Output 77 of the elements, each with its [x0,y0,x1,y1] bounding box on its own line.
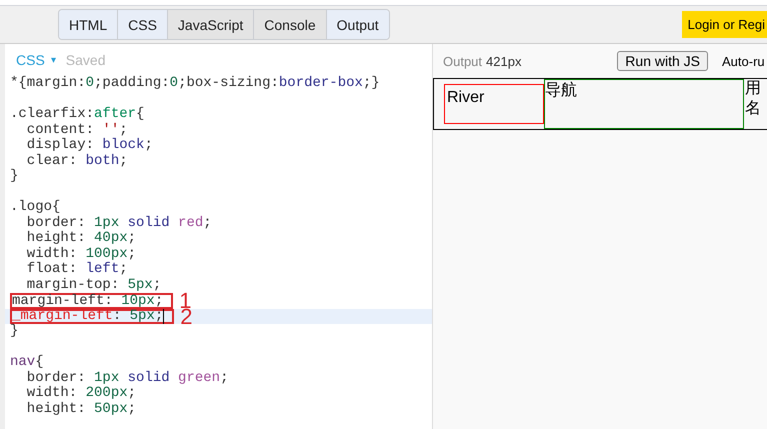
code-token: margin-top: [26,278,120,293]
code-token: clear: [26,154,78,169]
saved-status: Saved [66,52,106,68]
panel-tab[interactable]: JavaScript [168,10,254,39]
code-token: } [10,169,18,184]
code-token: ; [128,402,136,417]
code-token: ; [144,138,153,154]
code-token: both [86,154,120,169]
code-token: nav [10,355,36,370]
code-token: 10px [121,294,155,307]
code-token: solid [127,216,170,231]
panel-tab[interactable]: CSS [118,10,168,39]
code-token: 5px [128,278,153,293]
annotation-number: 2 [180,308,193,324]
code-token: 200px [86,386,128,402]
code-token: after [94,107,136,122]
code-token: height: [26,402,87,417]
code-token: 40px [94,231,128,246]
code-token: _margin-left [12,310,113,322]
code-token: 5px [130,310,155,322]
user-text: 用 [745,79,761,99]
panel-tab[interactable]: Output [326,10,389,39]
code-token: ; [220,370,228,386]
code-token: ; [119,154,128,169]
user-text: 名 [745,99,761,119]
code-token: display: [26,138,96,154]
code-token: content: [26,122,96,138]
code-token: 100px [86,246,128,262]
code-token: ; [128,246,136,262]
code-token: 50px [94,402,128,417]
code-token: border: [26,216,87,230]
output-label: Output [443,54,482,68]
panel-tab[interactable]: HTML [59,10,118,39]
annotation-number: 1 [179,293,192,308]
code-token: { [35,355,44,370]
code-token: block [102,138,144,154]
code-token: float: [26,262,78,278]
code-token: margin-left: [12,294,114,307]
code-token: .logo{ [10,200,60,216]
code-token: ; [128,386,136,402]
code-token: 0 [86,76,94,92]
code-token: ; [119,262,128,278]
nav-box: 导航 [544,79,744,129]
code-token: ; [154,294,164,307]
code-token: '' [102,122,120,138]
code-token: ; [154,310,164,322]
code-token: 1px [94,216,120,231]
code-token: : [112,310,122,322]
code-token: left [86,262,120,278]
login-button[interactable]: Login or Regi [682,11,767,38]
code-token: height: [26,231,87,246]
code-token: green [177,370,220,386]
code-token: red [177,216,204,231]
code-token: width: [26,246,78,262]
run-button[interactable]: Run with JS [617,51,708,71]
code-token: } [10,324,18,340]
code-token: ; [203,216,212,231]
text-cursor [163,308,164,324]
code-token: ; [128,231,136,246]
code-token: 1px [94,370,120,386]
logo-box: River [444,84,544,124]
auto-run-label[interactable]: Auto-ru [722,54,767,68]
code-token: .clearfix: [10,107,94,122]
output-width: 421px [486,54,522,68]
code-token: width: [26,386,78,402]
code-token: border: [26,370,87,386]
code-token: *{margin: [10,76,86,92]
code-token: ;} [362,76,380,92]
code-token: 0 [170,76,178,92]
code-token: ; [119,122,128,138]
code-token: { [136,107,144,122]
panel-tab[interactable]: Console [254,10,327,39]
code-token: ;padding: [94,76,170,92]
code-token: solid [127,370,170,386]
code-token: border-box [278,76,363,92]
code-token: ; [152,278,162,293]
code-token: ;box-sizing: [178,76,279,92]
